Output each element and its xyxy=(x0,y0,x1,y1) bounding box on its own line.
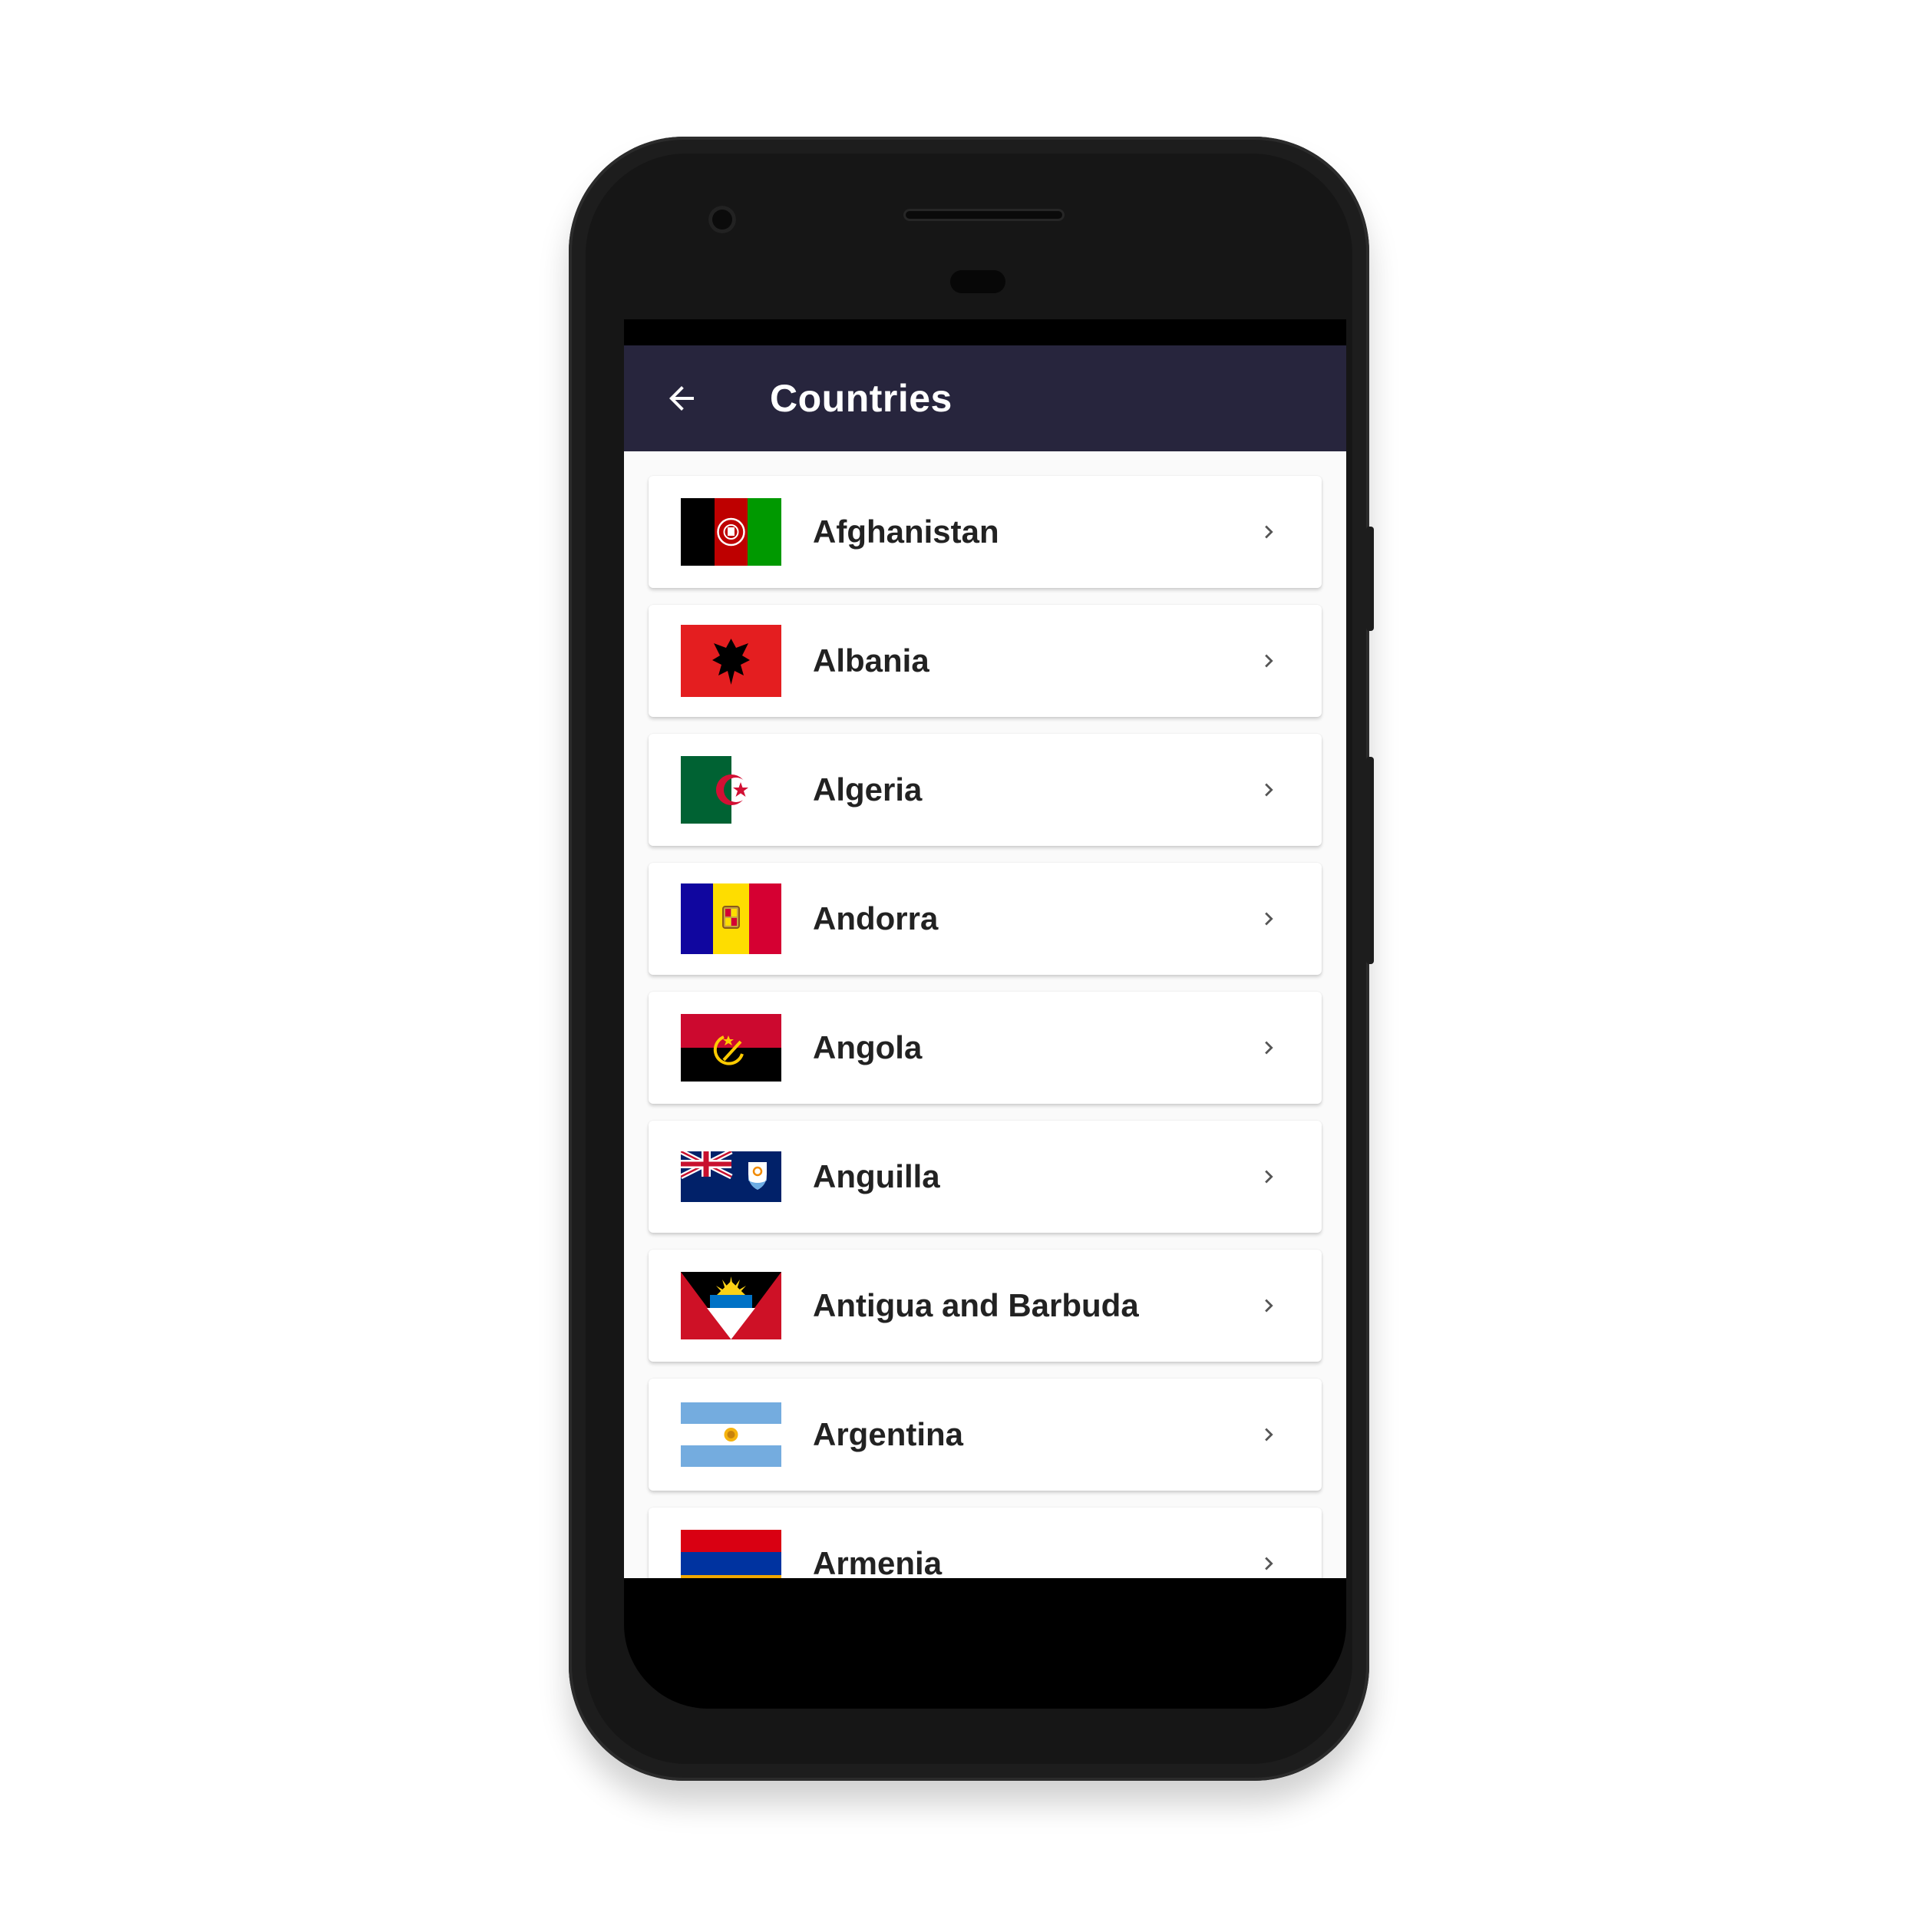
flag-antigua-and-barbuda-icon xyxy=(681,1272,781,1339)
country-name: Armenia xyxy=(813,1545,943,1578)
list-item-albania[interactable]: Albania xyxy=(649,605,1322,717)
flag-andorra-icon xyxy=(681,883,781,954)
list-item-armenia[interactable]: Armenia xyxy=(649,1508,1322,1578)
country-list: Afghanistan Albania Algeria Andorra Ango… xyxy=(649,476,1322,1578)
flag-algeria-icon xyxy=(681,756,781,824)
chevron-right-icon xyxy=(1256,1164,1282,1190)
status-bar xyxy=(624,319,1346,345)
flag-anguilla-icon xyxy=(681,1151,781,1202)
proximity-sensor xyxy=(950,270,1005,293)
bottom-bezel xyxy=(624,1578,1346,1709)
flag-albania-icon xyxy=(681,625,781,697)
chevron-right-icon xyxy=(1256,1293,1282,1319)
country-name: Anguilla xyxy=(813,1158,940,1194)
country-name: Afghanistan xyxy=(813,514,999,550)
country-name: Angola xyxy=(813,1029,923,1065)
app-bar: Countries xyxy=(624,345,1346,451)
chevron-right-icon xyxy=(1256,1035,1282,1061)
list-item-algeria[interactable]: Algeria xyxy=(649,734,1322,846)
flag-afghanistan-icon xyxy=(681,498,781,566)
chevron-right-icon xyxy=(1256,1422,1282,1448)
chevron-right-icon xyxy=(1256,906,1282,932)
earpiece-speaker xyxy=(903,209,1065,221)
flag-armenia-icon xyxy=(681,1530,781,1578)
chevron-right-icon xyxy=(1256,777,1282,803)
list-item-antigua-and-barbuda[interactable]: Antigua and Barbuda xyxy=(649,1250,1322,1362)
back-button[interactable] xyxy=(655,372,708,425)
list-item-argentina[interactable]: Argentina xyxy=(649,1379,1322,1491)
arrow-left-icon xyxy=(669,386,694,411)
country-name: Antigua and Barbuda xyxy=(813,1287,1139,1323)
flag-angola-icon xyxy=(681,1014,781,1082)
country-name: Argentina xyxy=(813,1416,964,1452)
country-name: Algeria xyxy=(813,771,923,807)
country-list-container[interactable]: Afghanistan Albania Algeria Andorra Ango… xyxy=(624,451,1346,1578)
country-name: Andorra xyxy=(813,900,939,936)
power-button xyxy=(1366,527,1374,631)
volume-button xyxy=(1366,757,1374,964)
phone-bezel: Countries Afghanistan Albania Algeria An… xyxy=(586,154,1352,1764)
chevron-right-icon xyxy=(1256,519,1282,545)
chevron-right-icon xyxy=(1256,1551,1282,1577)
list-item-angola[interactable]: Angola xyxy=(649,992,1322,1104)
list-item-andorra[interactable]: Andorra xyxy=(649,863,1322,975)
list-item-anguilla[interactable]: Anguilla xyxy=(649,1121,1322,1233)
phone-frame: Countries Afghanistan Albania Algeria An… xyxy=(569,137,1374,1781)
front-camera xyxy=(708,206,736,233)
country-name: Albania xyxy=(813,642,929,679)
flag-argentina-icon xyxy=(681,1402,781,1467)
screen: Countries Afghanistan Albania Algeria An… xyxy=(624,319,1346,1578)
list-item-afghanistan[interactable]: Afghanistan xyxy=(649,476,1322,588)
page-title: Countries xyxy=(770,377,952,420)
chevron-right-icon xyxy=(1256,648,1282,674)
